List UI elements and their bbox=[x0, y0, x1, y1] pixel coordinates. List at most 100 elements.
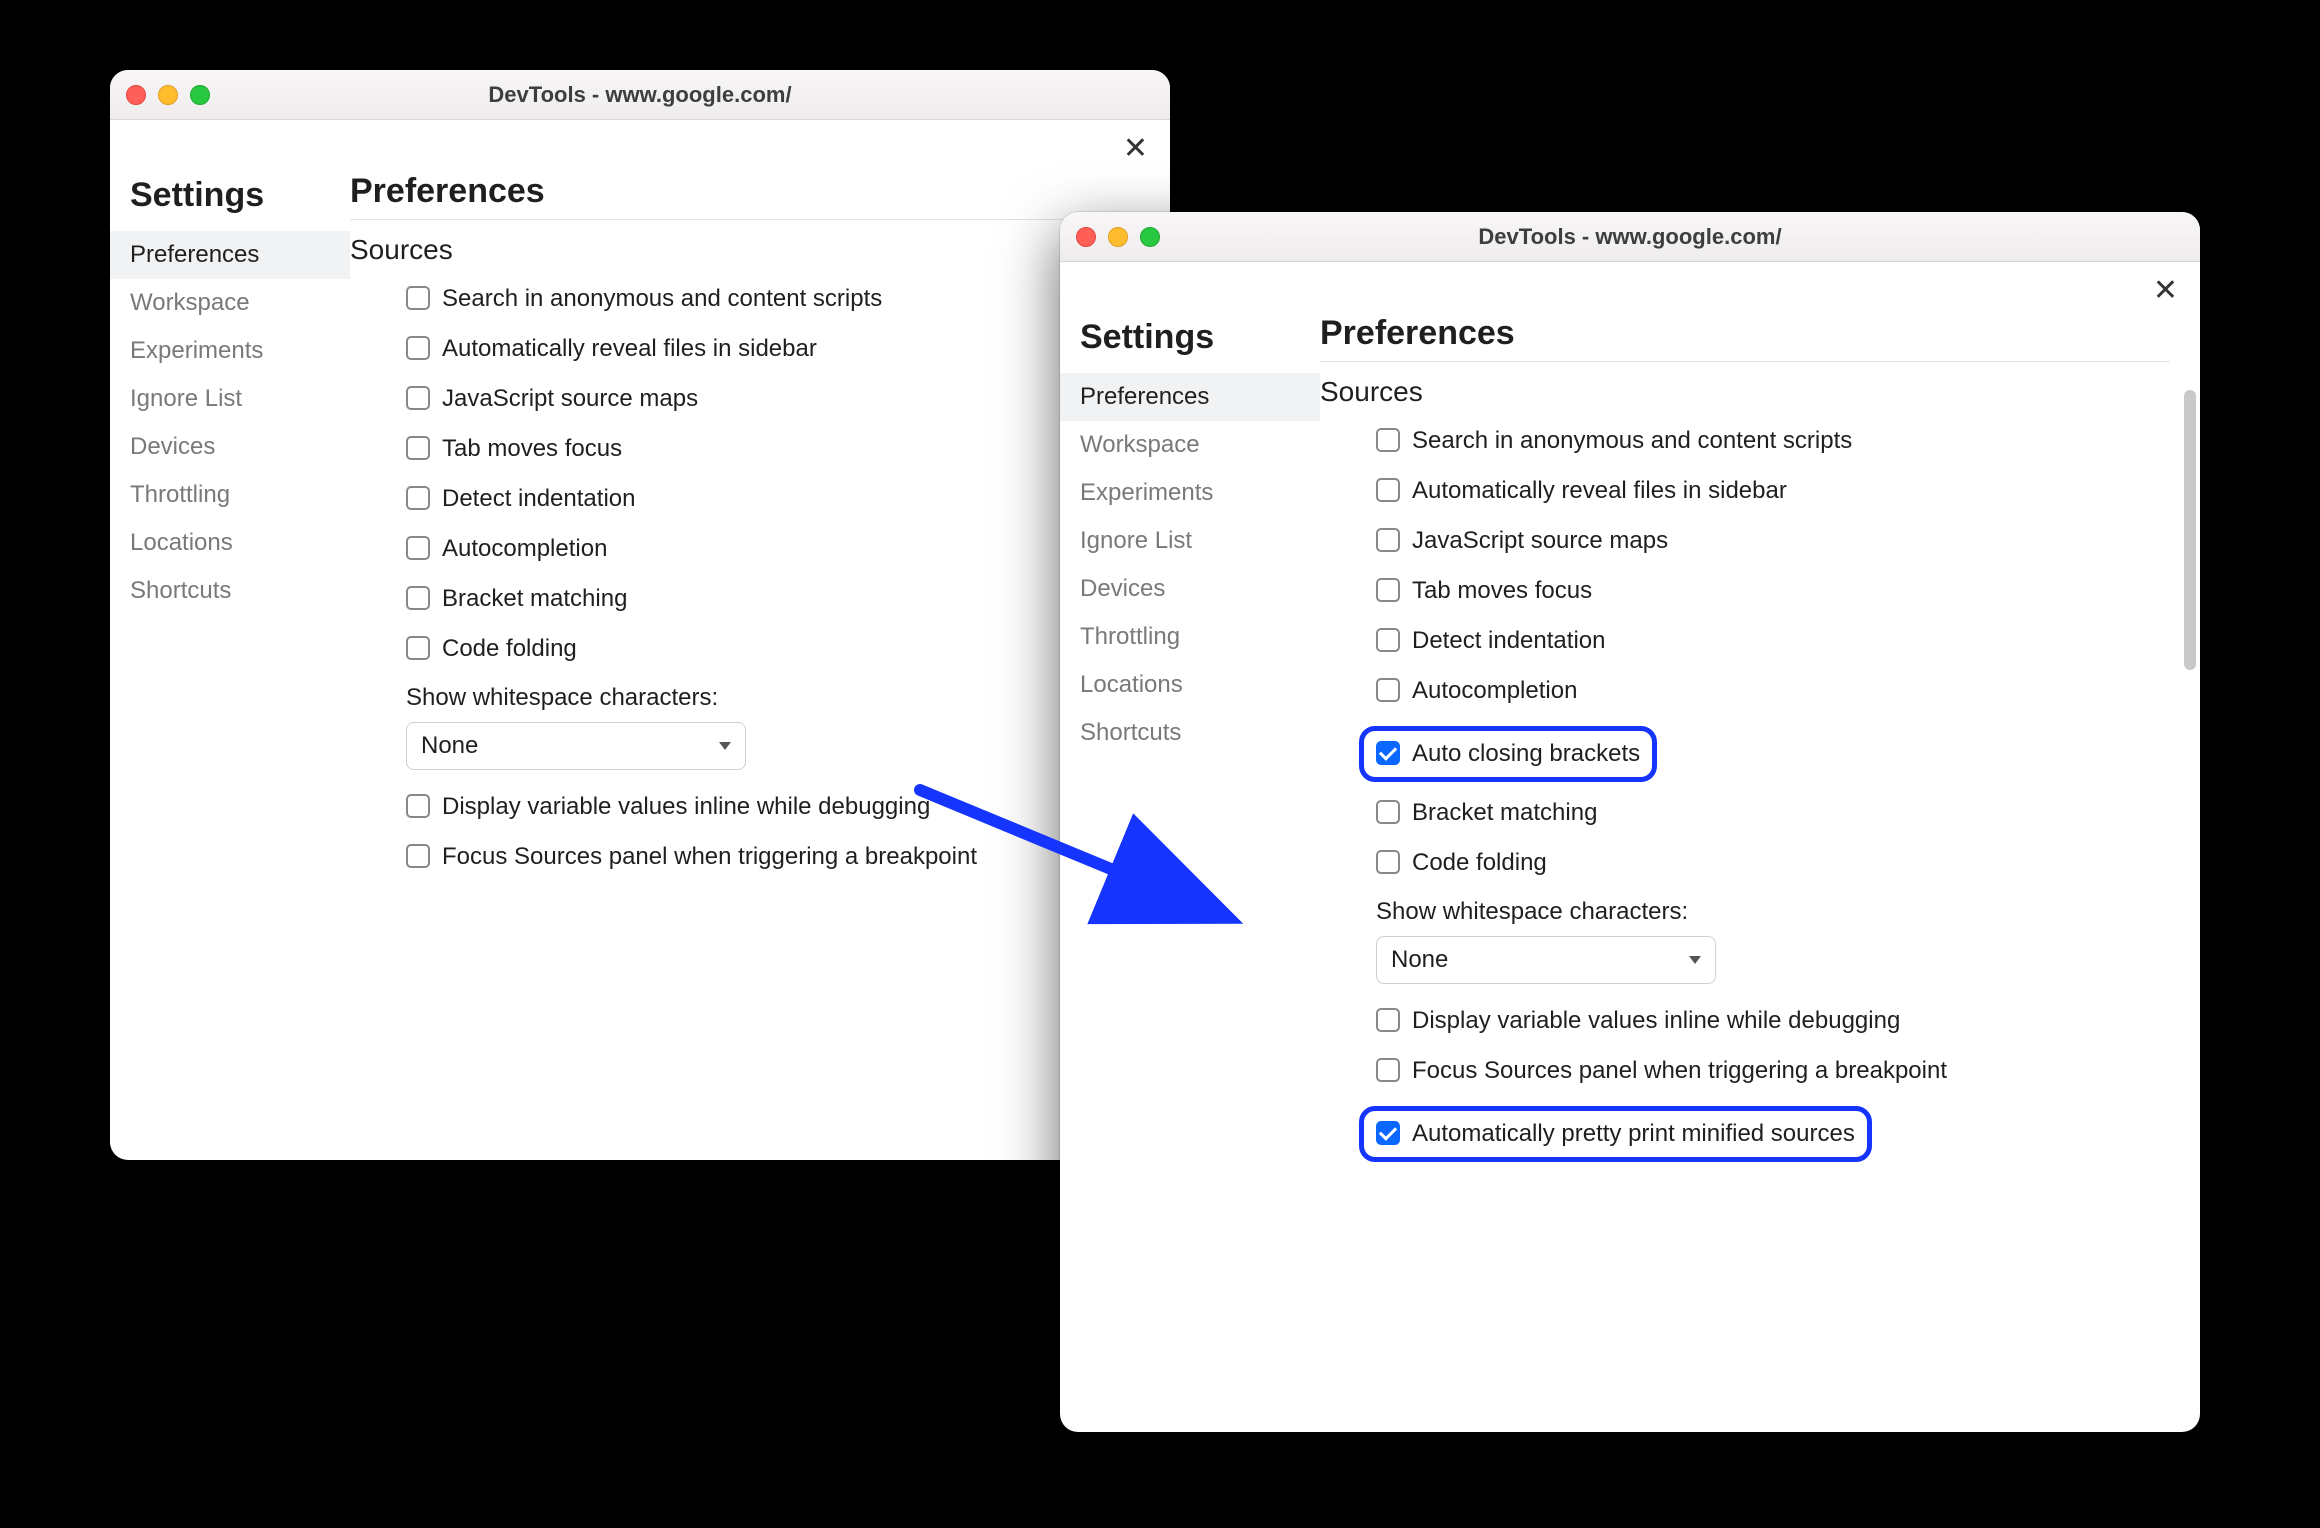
whitespace-label: Show whitespace characters: bbox=[1376, 898, 2170, 926]
option-row[interactable]: Bracket matching bbox=[1376, 798, 2170, 828]
checkbox[interactable] bbox=[1376, 528, 1400, 552]
traffic-lights[interactable] bbox=[126, 85, 210, 105]
option-row[interactable]: Focus Sources panel when triggering a br… bbox=[1376, 1056, 2170, 1086]
option-row[interactable]: Autocompletion bbox=[406, 534, 1140, 564]
checkbox[interactable] bbox=[406, 486, 430, 510]
sidebar-heading: Settings bbox=[110, 172, 350, 231]
option-row[interactable]: Search in anonymous and content scripts bbox=[406, 284, 1140, 314]
option-row[interactable]: JavaScript source maps bbox=[1376, 526, 2170, 556]
checkbox[interactable] bbox=[1376, 741, 1400, 765]
option-row[interactable]: Automatically reveal files in sidebar bbox=[1376, 476, 2170, 506]
option-row[interactable]: Bracket matching bbox=[406, 584, 1140, 614]
sidebar-item-workspace[interactable]: Workspace bbox=[110, 279, 350, 327]
checkbox[interactable] bbox=[1376, 850, 1400, 874]
option-row[interactable]: Detect indentation bbox=[1376, 626, 2170, 656]
checkbox[interactable] bbox=[406, 636, 430, 660]
checkbox[interactable] bbox=[406, 536, 430, 560]
option-row[interactable]: Display variable values inline while deb… bbox=[1376, 1006, 2170, 1036]
option-row[interactable]: Autocompletion bbox=[1376, 676, 2170, 706]
checkbox[interactable] bbox=[1376, 1008, 1400, 1032]
whitespace-value: None bbox=[421, 732, 478, 760]
sidebar-item-locations[interactable]: Locations bbox=[110, 519, 350, 567]
page-title: Preferences bbox=[1320, 310, 2170, 361]
minimize-window-dot[interactable] bbox=[1108, 227, 1128, 247]
sidebar-item-ignore-list[interactable]: Ignore List bbox=[1060, 517, 1320, 565]
option-label: Tab moves focus bbox=[442, 434, 622, 464]
checkbox[interactable] bbox=[406, 794, 430, 818]
checkbox[interactable] bbox=[406, 386, 430, 410]
sidebar-item-preferences[interactable]: Preferences bbox=[1060, 373, 1320, 421]
checkbox[interactable] bbox=[1376, 678, 1400, 702]
whitespace-select[interactable]: None bbox=[406, 722, 746, 770]
checkbox[interactable] bbox=[1376, 628, 1400, 652]
option-label: Autocompletion bbox=[442, 534, 607, 564]
sidebar-item-experiments[interactable]: Experiments bbox=[1060, 469, 1320, 517]
body: Settings PreferencesWorkspaceExperiments… bbox=[1060, 310, 2200, 1432]
option-row[interactable]: Code folding bbox=[1376, 848, 2170, 878]
close-row: ✕ bbox=[1060, 262, 2200, 310]
sidebar-item-workspace[interactable]: Workspace bbox=[1060, 421, 1320, 469]
content: ✕ Settings PreferencesWorkspaceExperimen… bbox=[110, 120, 1170, 1160]
option-row[interactable]: Automatically reveal files in sidebar bbox=[406, 334, 1140, 364]
option-label: JavaScript source maps bbox=[1412, 526, 1668, 556]
whitespace-value: None bbox=[1391, 946, 1448, 974]
option-label: JavaScript source maps bbox=[442, 384, 698, 414]
sidebar-item-devices[interactable]: Devices bbox=[110, 423, 350, 471]
close-window-dot[interactable] bbox=[126, 85, 146, 105]
scrollbar[interactable] bbox=[2184, 390, 2196, 670]
checkbox[interactable] bbox=[1376, 578, 1400, 602]
option-row[interactable]: Focus Sources panel when triggering a br… bbox=[406, 842, 1140, 872]
checkbox[interactable] bbox=[406, 844, 430, 868]
option-row[interactable]: Detect indentation bbox=[406, 484, 1140, 514]
option-label: Detect indentation bbox=[442, 484, 635, 514]
close-icon[interactable]: ✕ bbox=[2149, 272, 2182, 310]
checkbox[interactable] bbox=[406, 436, 430, 460]
sidebar-item-ignore-list[interactable]: Ignore List bbox=[110, 375, 350, 423]
titlebar: DevTools - www.google.com/ bbox=[110, 70, 1170, 120]
main-panel: Preferences Sources Search in anonymous … bbox=[1320, 310, 2200, 1432]
sidebar-item-shortcuts[interactable]: Shortcuts bbox=[1060, 709, 1320, 757]
option-label: Search in anonymous and content scripts bbox=[1412, 426, 1852, 456]
checkbox[interactable] bbox=[406, 286, 430, 310]
option-row[interactable]: JavaScript source maps bbox=[406, 384, 1140, 414]
window-title: DevTools - www.google.com/ bbox=[1060, 224, 2200, 250]
option-label: Focus Sources panel when triggering a br… bbox=[1412, 1056, 1947, 1086]
option-label: Auto closing brackets bbox=[1412, 739, 1640, 769]
sidebar-item-experiments[interactable]: Experiments bbox=[110, 327, 350, 375]
checkbox[interactable] bbox=[1376, 1121, 1400, 1145]
sidebar-item-throttling[interactable]: Throttling bbox=[110, 471, 350, 519]
sidebar-item-throttling[interactable]: Throttling bbox=[1060, 613, 1320, 661]
traffic-lights[interactable] bbox=[1076, 227, 1160, 247]
zoom-window-dot[interactable] bbox=[190, 85, 210, 105]
option-row[interactable]: Tab moves focus bbox=[1376, 576, 2170, 606]
option-row[interactable]: Automatically pretty print minified sour… bbox=[1359, 1106, 1872, 1162]
option-label: Automatically reveal files in sidebar bbox=[442, 334, 817, 364]
divider bbox=[1320, 361, 2170, 362]
checkbox[interactable] bbox=[1376, 1058, 1400, 1082]
divider bbox=[350, 219, 1140, 220]
option-row[interactable]: Display variable values inline while deb… bbox=[406, 792, 1140, 822]
zoom-window-dot[interactable] bbox=[1140, 227, 1160, 247]
sidebar-item-shortcuts[interactable]: Shortcuts bbox=[110, 567, 350, 615]
chevron-down-icon bbox=[1689, 956, 1701, 964]
checkbox[interactable] bbox=[1376, 478, 1400, 502]
sidebar-item-devices[interactable]: Devices bbox=[1060, 565, 1320, 613]
checkbox[interactable] bbox=[1376, 428, 1400, 452]
sidebar-item-preferences[interactable]: Preferences bbox=[110, 231, 350, 279]
section-title: Sources bbox=[350, 234, 1140, 266]
option-label: Display variable values inline while deb… bbox=[1412, 1006, 1900, 1036]
minimize-window-dot[interactable] bbox=[158, 85, 178, 105]
option-row[interactable]: Code folding bbox=[406, 634, 1140, 664]
whitespace-select[interactable]: None bbox=[1376, 936, 1716, 984]
close-window-dot[interactable] bbox=[1076, 227, 1096, 247]
option-row[interactable]: Tab moves focus bbox=[406, 434, 1140, 464]
checkbox[interactable] bbox=[1376, 800, 1400, 824]
checkbox[interactable] bbox=[406, 336, 430, 360]
close-icon[interactable]: ✕ bbox=[1119, 130, 1152, 168]
option-row[interactable]: Auto closing brackets bbox=[1359, 726, 1657, 782]
option-label: Autocompletion bbox=[1412, 676, 1577, 706]
option-row[interactable]: Search in anonymous and content scripts bbox=[1376, 426, 2170, 456]
stage: DevTools - www.google.com/ ✕ Settings Pr… bbox=[0, 0, 2320, 1528]
checkbox[interactable] bbox=[406, 586, 430, 610]
sidebar-item-locations[interactable]: Locations bbox=[1060, 661, 1320, 709]
